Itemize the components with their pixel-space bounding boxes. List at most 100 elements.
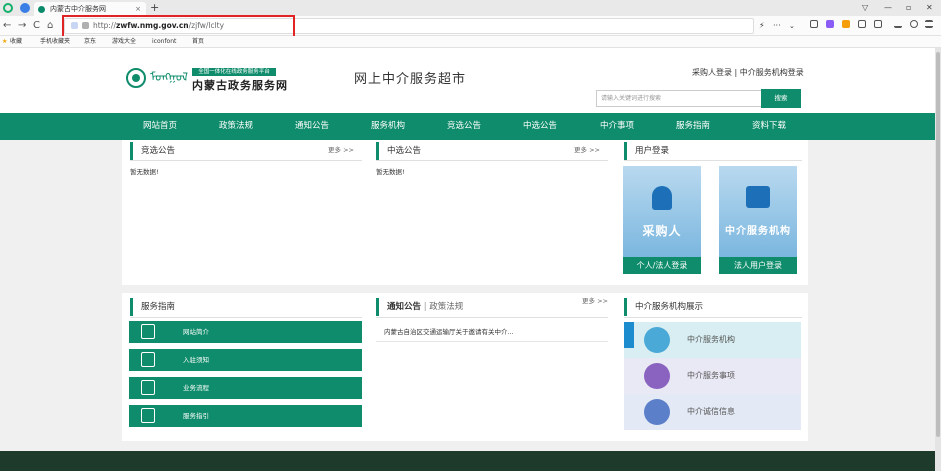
nav-downloads[interactable]: 资料下载: [731, 113, 807, 140]
bookmark-item[interactable]: iconfont: [152, 36, 176, 48]
extension-purple-icon[interactable]: [826, 20, 834, 28]
guide-intro-label: 网站简介: [183, 328, 209, 336]
bookmark-item[interactable]: 收藏: [10, 36, 22, 48]
chart-doc-icon: [141, 408, 155, 423]
tab-title: 内蒙古中介服务网: [50, 5, 106, 13]
search-button[interactable]: 搜索: [761, 89, 801, 108]
undo-icon[interactable]: [910, 20, 918, 28]
bookmark-item[interactable]: 游戏大全: [112, 36, 136, 48]
extension-orange-icon[interactable]: [842, 20, 850, 28]
buyer-login-card[interactable]: 采购人 个人/法人登录: [623, 166, 701, 274]
nav-bidding[interactable]: 竞选公告: [426, 113, 502, 140]
new-tab-button[interactable]: +: [150, 0, 159, 16]
menu-icon[interactable]: [925, 20, 933, 28]
guide-title: 服务指南: [130, 298, 175, 316]
lightning-icon[interactable]: ⚡: [759, 19, 765, 33]
guide-directions-button[interactable]: 服务指引: [129, 405, 362, 427]
site-favicon-icon: [38, 6, 45, 13]
bookmark-star-icon: ★: [2, 38, 8, 45]
tab-close-icon[interactable]: ×: [135, 2, 141, 16]
window-minimize-icon[interactable]: —: [884, 0, 892, 16]
org-row-label: 中介服务事项: [687, 371, 735, 380]
agency-login-heading: 中介服务机构: [725, 226, 791, 237]
scrollbar-thumb[interactable]: [936, 52, 940, 437]
clipboard-icon: [141, 380, 155, 395]
guide-intro-button[interactable]: 网站简介: [129, 321, 362, 343]
nav-guide[interactable]: 服务指南: [655, 113, 731, 140]
bookmark-item[interactable]: 手机收藏夹: [40, 36, 70, 48]
nav-home[interactable]: 网站首页: [122, 113, 198, 140]
browser-tab[interactable]: 内蒙古中介服务网 ×: [34, 2, 146, 16]
window-maximize-icon[interactable]: ▫: [906, 0, 911, 16]
book-icon: [141, 352, 155, 367]
notice-item[interactable]: 内蒙古自治区交通运输厅关于邀请有关中介...: [384, 326, 514, 336]
divider: [376, 317, 608, 318]
sidebar-toggle-icon[interactable]: [874, 20, 882, 28]
logo-title[interactable]: 内蒙古政务服务网: [192, 77, 288, 93]
selected-title: 中选公告: [376, 142, 421, 160]
nav-agencies[interactable]: 服务机构: [350, 113, 426, 140]
search-input[interactable]: 请输入关键词进行搜索: [596, 90, 762, 107]
guide-process-button[interactable]: 业务流程: [129, 377, 362, 399]
tab-notices[interactable]: 通知公告: [387, 302, 421, 312]
screen-icon[interactable]: [858, 20, 866, 28]
browser-logo-icon[interactable]: [3, 3, 13, 13]
reload-icon[interactable]: C: [33, 16, 40, 36]
top-row-panel: 竞选公告 更多 >> 暂无数据! 中选公告 更多 >> 暂无数据! 用户登录: [122, 140, 808, 285]
org-row-credit[interactable]: 中介诚信信息: [624, 394, 801, 430]
guide-settlement-label: 入驻须知: [183, 356, 209, 364]
notices-tabs: 通知公告 | 政策法规: [376, 298, 463, 316]
guide-process-label: 业务流程: [183, 384, 209, 392]
bidding-more-link[interactable]: 更多 >>: [328, 144, 354, 154]
more-icon[interactable]: ···: [773, 19, 781, 33]
site-emblem-icon[interactable]: [126, 68, 146, 88]
chevron-down-icon[interactable]: ⌄: [789, 19, 795, 33]
bookmark-ribbon-icon: [624, 322, 634, 348]
org-row-items[interactable]: 中介服务事项: [624, 358, 801, 394]
org-row-label: 中介服务机构: [687, 335, 735, 344]
logo-mongolian-script: ᠮᠣᠩᠭᠣᠯ: [150, 70, 188, 84]
bidding-section: 竞选公告 更多 >> 暂无数据!: [122, 140, 362, 285]
credit-doc-icon: [644, 399, 670, 425]
download-icon[interactable]: [894, 20, 902, 28]
guide-settlement-button[interactable]: 入驻须知: [129, 349, 362, 371]
logo-platform-strip: 全国一体化在线政务服务平台: [192, 68, 276, 76]
window-close-icon[interactable]: ✕: [926, 0, 933, 16]
browser-tab-bar: 内蒙古中介服务网 × + ▽ — ▫ ✕: [0, 0, 941, 16]
forward-icon[interactable]: →: [18, 16, 26, 36]
tab-policy[interactable]: 政策法规: [429, 302, 463, 312]
divider: [130, 160, 362, 161]
scissors-icon[interactable]: [810, 20, 818, 28]
notices-more-link[interactable]: 更多 >>: [582, 295, 608, 305]
buyer-login-button[interactable]: 个人/法人登录: [623, 257, 701, 274]
back-icon[interactable]: ←: [3, 16, 11, 36]
guide-directions-label: 服务指引: [183, 412, 209, 420]
agency-login-card[interactable]: 中介服务机构 法人用户登录: [719, 166, 797, 274]
home-icon[interactable]: ⌂: [47, 16, 53, 36]
nav-notices[interactable]: 通知公告: [274, 113, 350, 140]
nav-policy[interactable]: 政策法规: [198, 113, 274, 140]
org-row-label: 中介诚信信息: [687, 407, 735, 416]
agency-login-button[interactable]: 法人用户登录: [719, 257, 797, 274]
selected-empty-text: 暂无数据!: [376, 168, 405, 176]
selected-section: 中选公告 更多 >> 暂无数据!: [368, 140, 608, 285]
user-login-title: 用户登录: [624, 142, 669, 160]
document-icon: [141, 324, 155, 339]
window-menu-icon[interactable]: ▽: [862, 0, 868, 16]
divider: [624, 160, 802, 161]
user-icon: [652, 186, 672, 210]
buyer-login-heading: 采购人: [642, 224, 682, 238]
bookmark-item[interactable]: 京东: [84, 36, 96, 48]
divider: [376, 341, 608, 342]
site-footer: [0, 451, 935, 471]
browser-sidebar-icon[interactable]: [20, 3, 30, 13]
login-links[interactable]: 采购人登录 | 中介服务机构登录: [692, 67, 804, 78]
nav-selected[interactable]: 中选公告: [502, 113, 578, 140]
nav-items[interactable]: 中介事项: [579, 113, 655, 140]
org-row-agencies[interactable]: 中介服务机构: [624, 322, 801, 358]
selected-more-link[interactable]: 更多 >>: [574, 144, 600, 154]
bidding-title: 竞选公告: [130, 142, 175, 160]
network-icon: [746, 186, 770, 208]
bookmark-item[interactable]: 首页: [192, 36, 204, 48]
bookmarks-bar: [0, 36, 941, 48]
